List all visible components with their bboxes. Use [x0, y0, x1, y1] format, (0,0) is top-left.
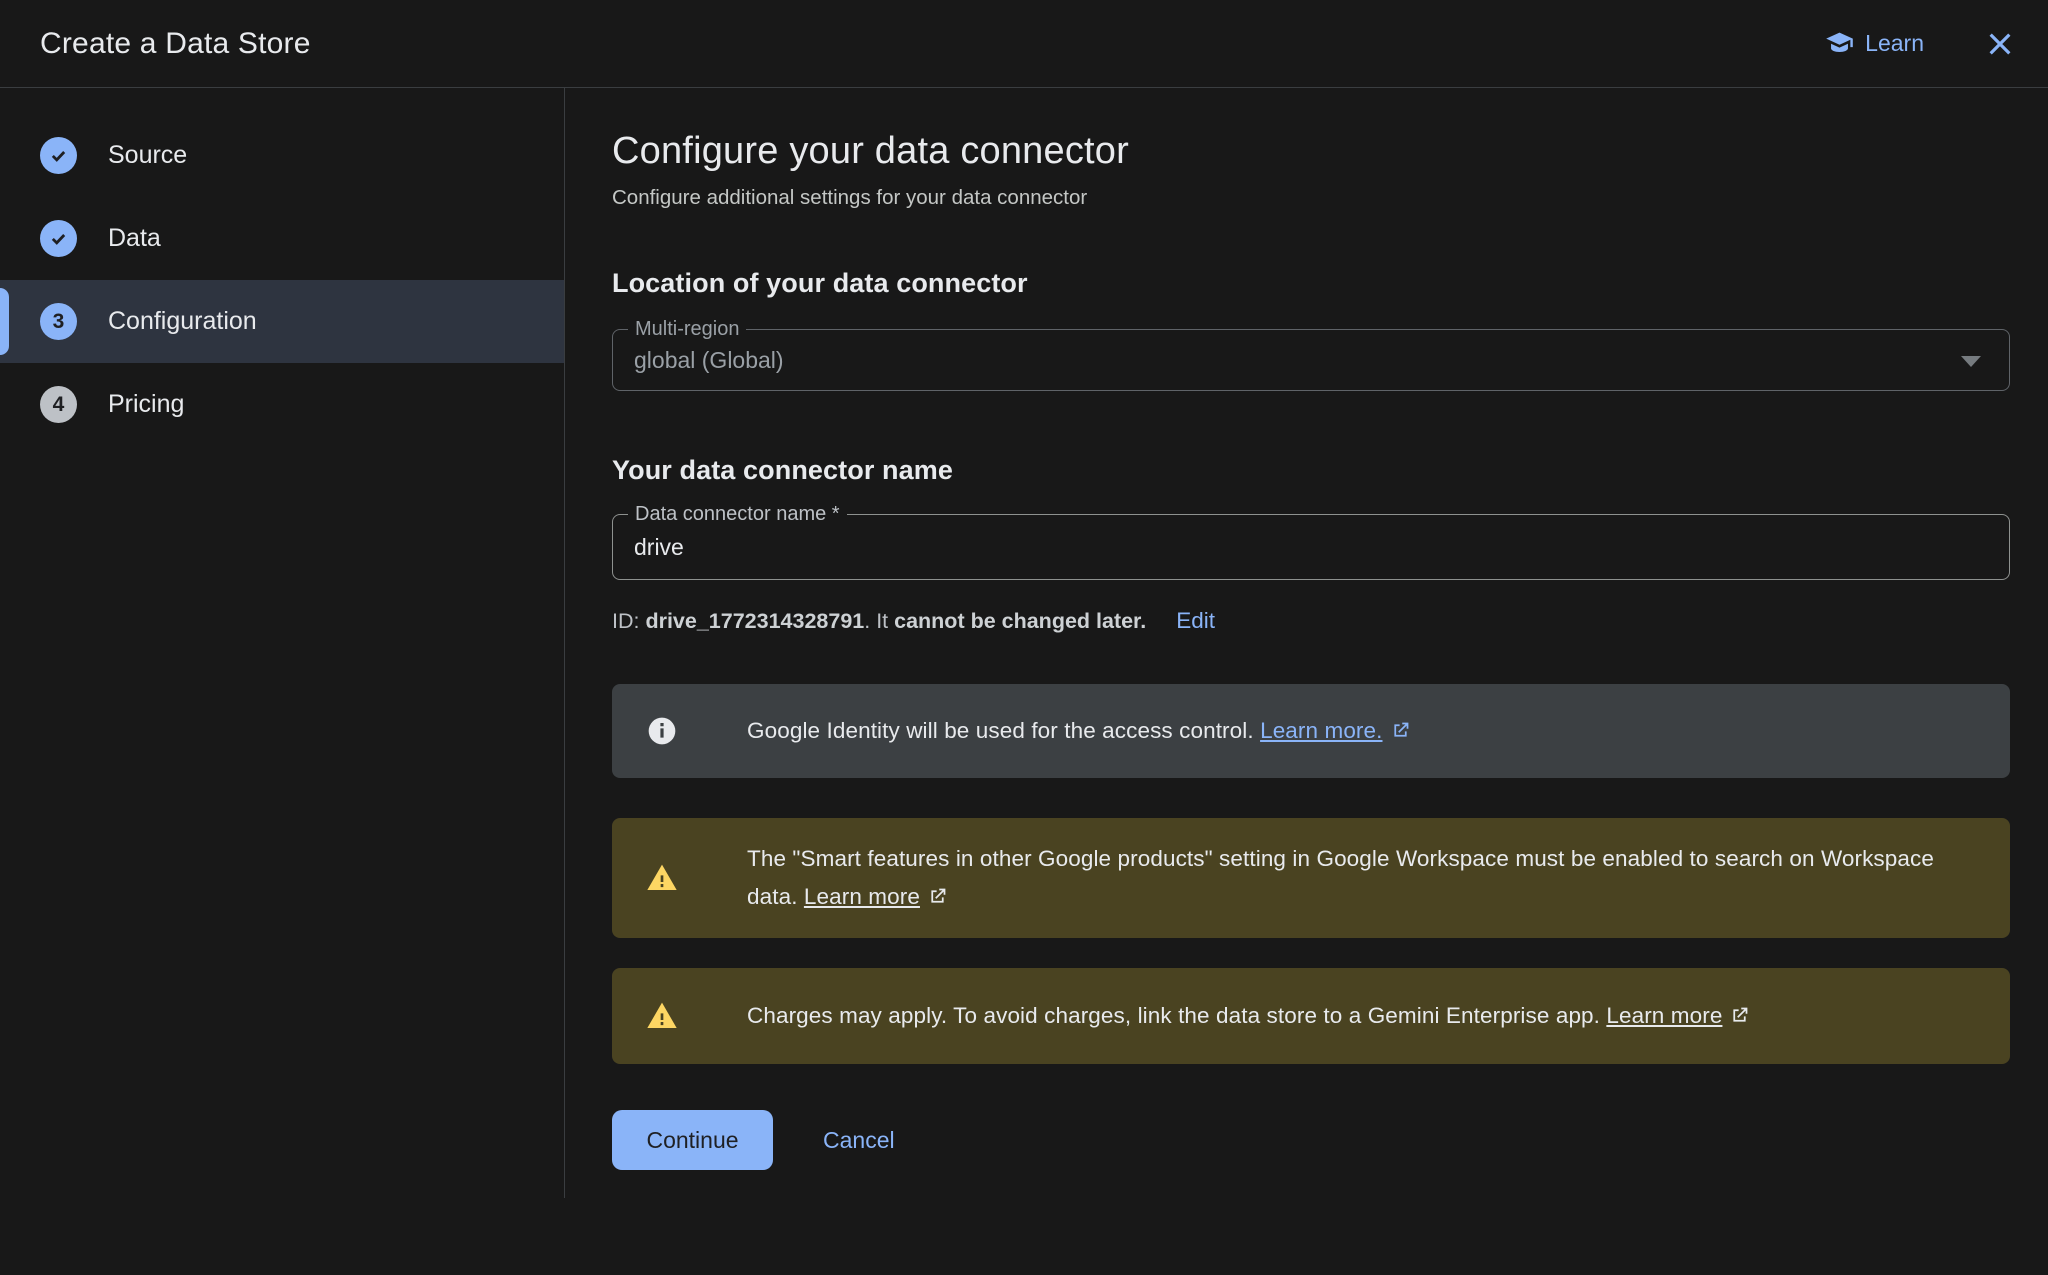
info-banner: Google Identity will be used for the acc… — [612, 684, 2010, 778]
panel-subheading: Configure additional settings for your d… — [612, 186, 2010, 210]
stepper-item-pricing: 4 Pricing — [0, 363, 564, 446]
connector-id-line: ID: drive_1772314328791. It cannot be ch… — [612, 608, 2010, 634]
stepper-sidebar: Source Data 3 Configuration 4 Pricing — [0, 88, 565, 1198]
page-title: Create a Data Store — [40, 27, 311, 61]
check-icon — [40, 137, 77, 174]
active-step-indicator — [0, 288, 9, 355]
charges-warning-banner: Charges may apply. To avoid charges, lin… — [612, 968, 2010, 1064]
check-icon — [40, 220, 77, 257]
stepper-item-label: Data — [108, 224, 161, 253]
data-connector-name-label: Data connector name * — [628, 502, 847, 526]
charges-warning-text: Charges may apply. To avoid charges, lin… — [747, 997, 1750, 1035]
location-section-title: Location of your data connector — [612, 268, 2010, 299]
stepper-item-data[interactable]: Data — [0, 197, 564, 280]
edit-id-link[interactable]: Edit — [1176, 608, 1215, 634]
panel-heading: Configure your data connector — [612, 130, 2010, 173]
external-link-icon — [927, 881, 948, 902]
close-icon — [1984, 28, 2016, 60]
external-link-icon — [1390, 715, 1411, 736]
connector-id-text: ID: drive_1772314328791. It cannot be ch… — [612, 609, 1146, 634]
stepper-item-label: Configuration — [108, 307, 257, 336]
name-section-title: Your data connector name — [612, 455, 2010, 486]
multi-region-select-label: Multi-region — [628, 317, 746, 341]
cancel-button[interactable]: Cancel — [817, 1126, 901, 1155]
actions-row: Continue Cancel — [612, 1110, 2010, 1170]
stepper-item-configuration[interactable]: 3 Configuration — [0, 280, 564, 363]
caret-down-icon — [1961, 356, 1981, 367]
close-button[interactable] — [1980, 24, 2020, 64]
dialog-header: Create a Data Store Learn — [0, 0, 2048, 88]
info-icon — [646, 715, 678, 747]
graduation-cap-icon — [1825, 29, 1854, 58]
info-banner-text: Google Identity will be used for the acc… — [747, 712, 1411, 750]
learn-link-label: Learn — [1865, 30, 1924, 57]
stepper-item-source[interactable]: Source — [0, 114, 564, 197]
dialog-body: Source Data 3 Configuration 4 Pricing Co… — [0, 88, 2048, 1198]
configuration-panel: Configure your data connector Configure … — [565, 88, 2010, 1198]
data-connector-name-fieldbox: Data connector name * — [612, 514, 2010, 580]
warning-icon — [646, 862, 678, 894]
workspace-warning-banner: The "Smart features in other Google prod… — [612, 818, 2010, 938]
charges-learn-more-link[interactable]: Learn more — [1606, 1003, 1722, 1028]
multi-region-select-value: global (Global) — [613, 330, 2009, 390]
continue-button[interactable]: Continue — [612, 1110, 773, 1170]
workspace-warning-text: The "Smart features in other Google prod… — [747, 840, 1980, 916]
learn-link[interactable]: Learn — [1825, 29, 1924, 58]
warning-icon — [646, 1000, 678, 1032]
stepper-item-label: Source — [108, 141, 187, 170]
info-learn-more-link[interactable]: Learn more. — [1260, 718, 1382, 743]
workspace-learn-more-link[interactable]: Learn more — [804, 884, 920, 909]
step-number-badge: 4 — [40, 386, 77, 423]
step-number-badge: 3 — [40, 303, 77, 340]
external-link-icon — [1729, 1000, 1750, 1021]
multi-region-select[interactable]: Multi-region global (Global) — [612, 329, 2010, 391]
stepper-item-label: Pricing — [108, 390, 184, 419]
connector-id-value: drive_1772314328791 — [645, 609, 864, 633]
